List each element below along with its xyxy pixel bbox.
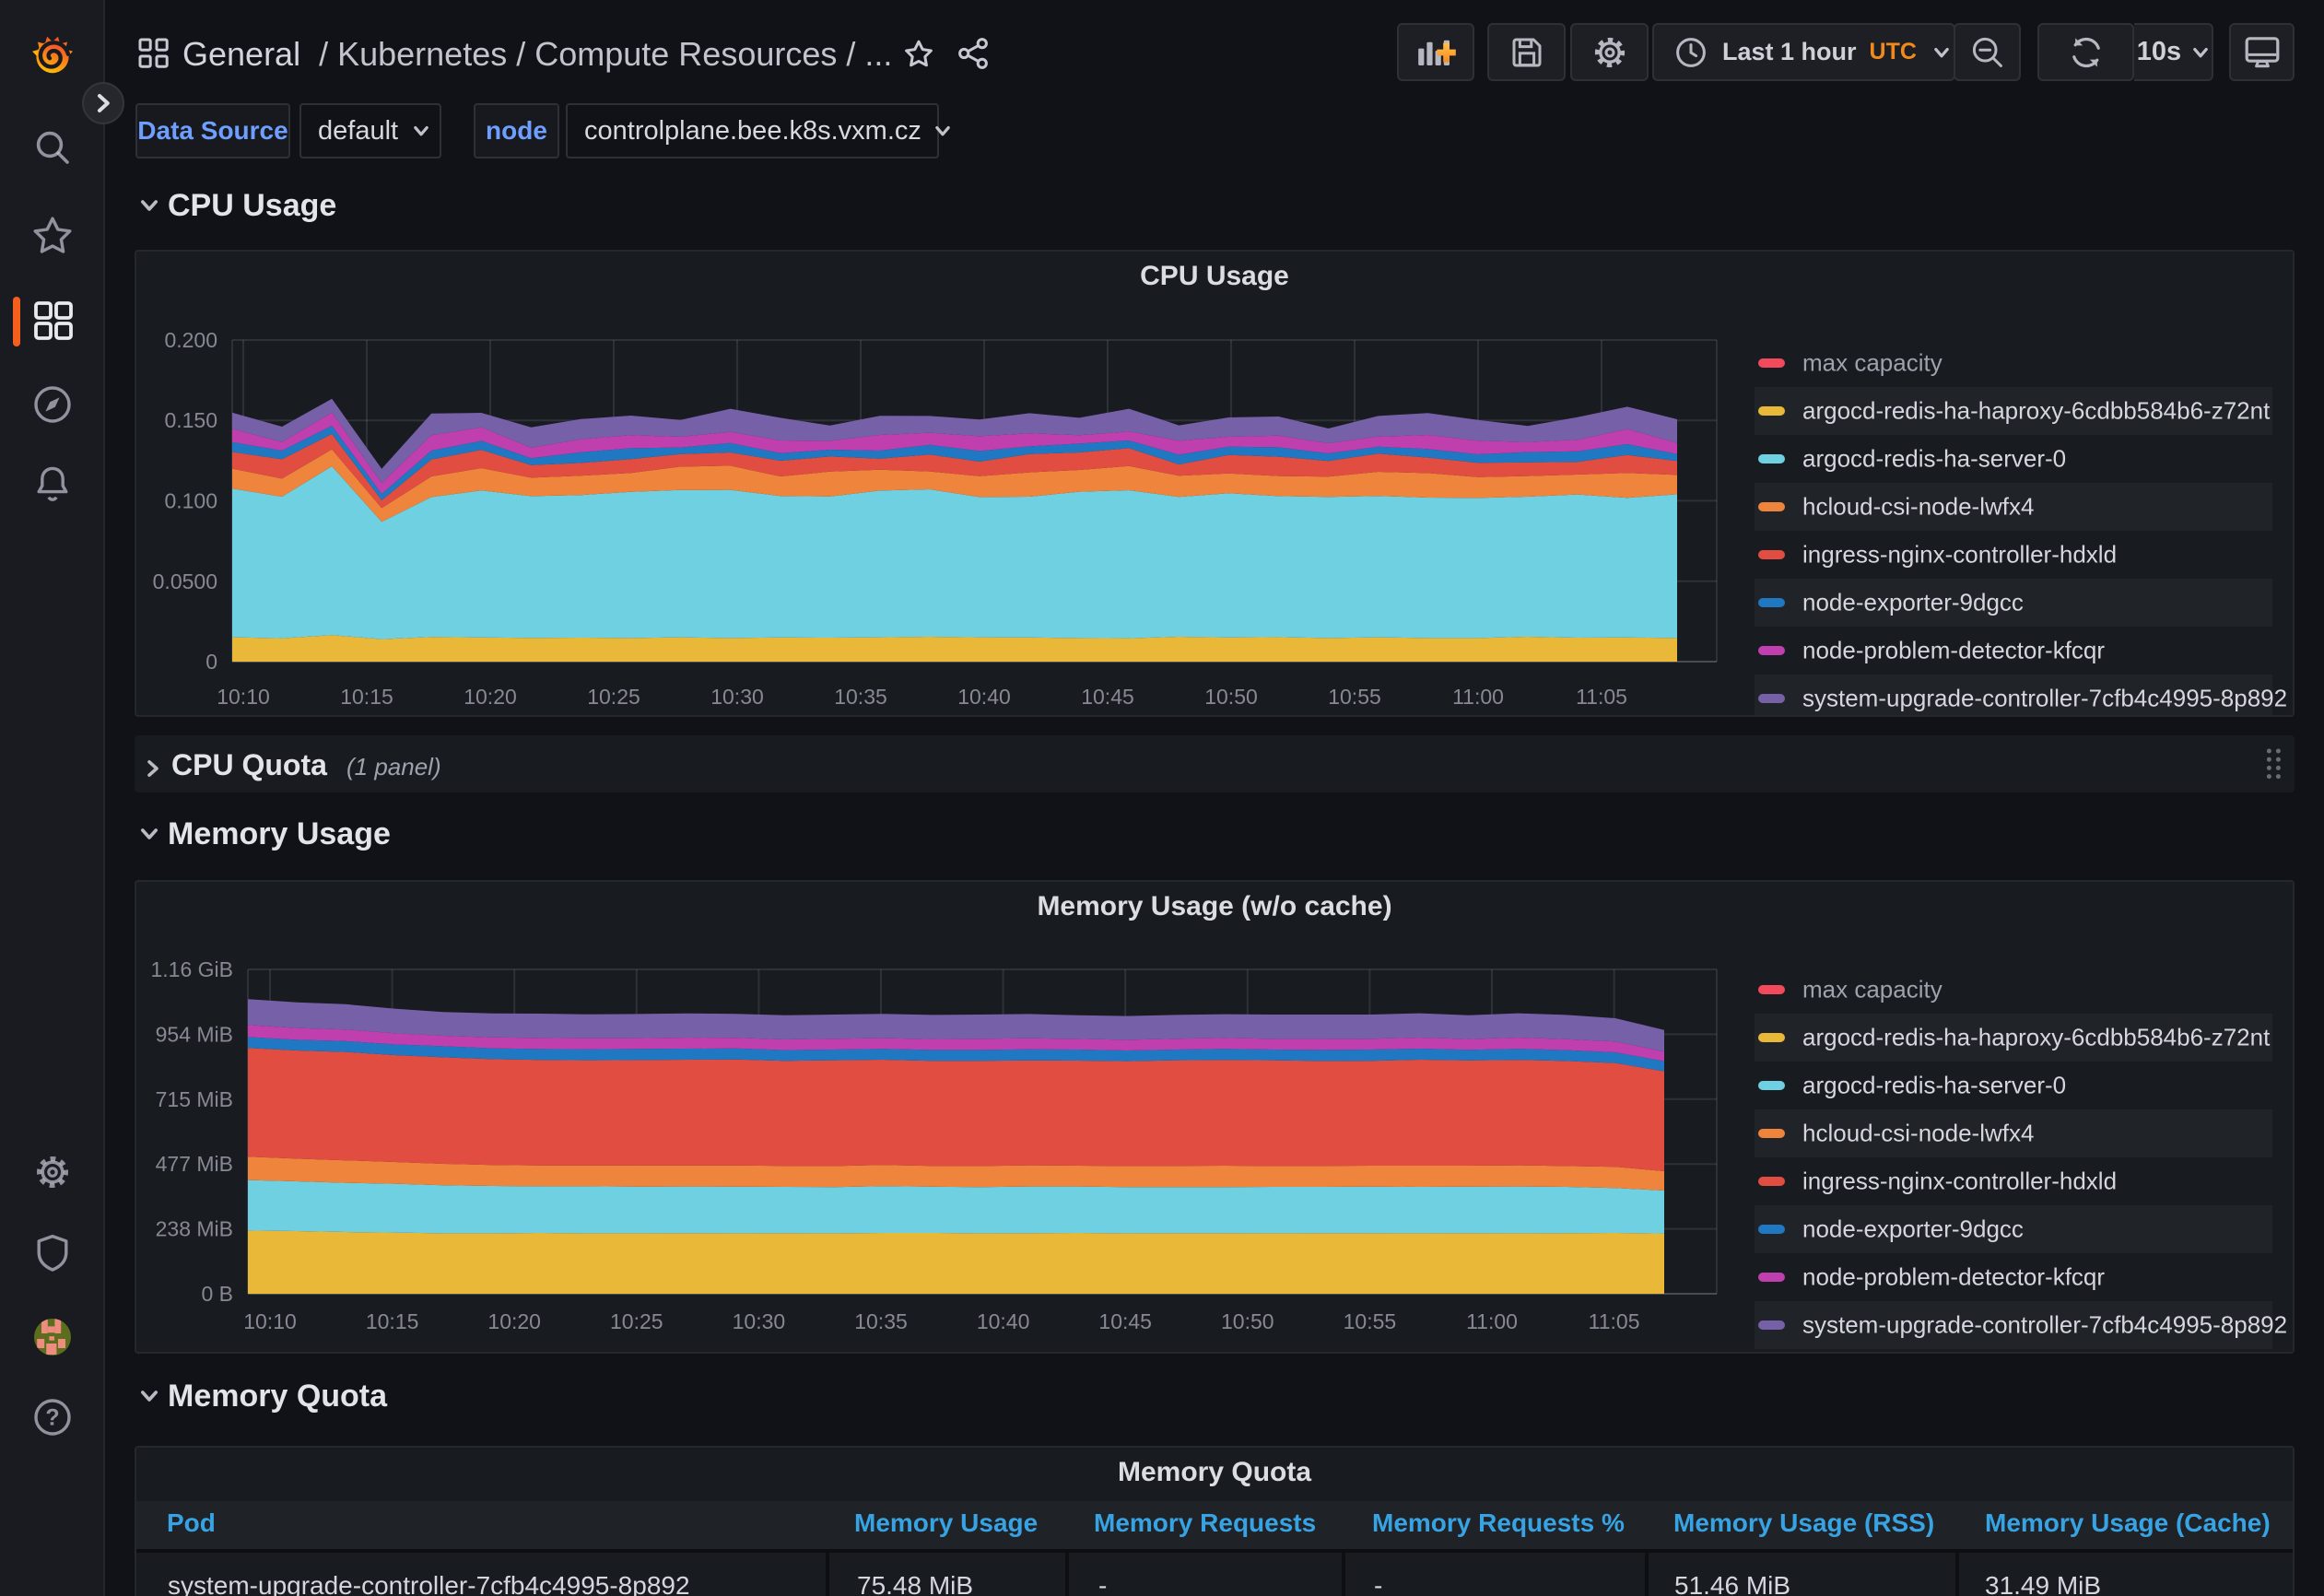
svg-text:11:00: 11:00 (1466, 1309, 1518, 1333)
svg-text:10:35: 10:35 (834, 685, 887, 709)
svg-text:11:00: 11:00 (1452, 685, 1504, 709)
svg-text:10:30: 10:30 (710, 685, 764, 709)
svg-text:1.16 GiB: 1.16 GiB (151, 957, 234, 981)
svg-text:11:05: 11:05 (1589, 1309, 1640, 1333)
svg-text:10:55: 10:55 (1328, 685, 1381, 709)
svg-text:10:45: 10:45 (1098, 1309, 1152, 1333)
svg-text:10:45: 10:45 (1081, 685, 1134, 709)
svg-text:238 MiB: 238 MiB (156, 1217, 233, 1241)
svg-text:10:35: 10:35 (854, 1309, 908, 1333)
svg-text:11:05: 11:05 (1576, 685, 1627, 709)
svg-text:10:30: 10:30 (733, 1309, 786, 1333)
svg-text:954 MiB: 954 MiB (156, 1022, 233, 1046)
svg-text:10:55: 10:55 (1344, 1309, 1397, 1333)
svg-text:477 MiB: 477 MiB (156, 1152, 233, 1176)
svg-text:10:40: 10:40 (957, 685, 1011, 709)
svg-text:10:50: 10:50 (1204, 685, 1258, 709)
svg-text:10:25: 10:25 (587, 685, 640, 709)
svg-text:10:20: 10:20 (464, 685, 517, 709)
svg-text:10:10: 10:10 (243, 1309, 297, 1333)
svg-text:715 MiB: 715 MiB (156, 1087, 233, 1111)
svg-text:0: 0 (205, 650, 217, 674)
svg-text:0 B: 0 B (201, 1282, 233, 1306)
svg-text:10:15: 10:15 (366, 1309, 419, 1333)
svg-text:0.100: 0.100 (164, 488, 217, 512)
svg-text:10:20: 10:20 (487, 1309, 541, 1333)
svg-text:?: ? (45, 1405, 59, 1431)
svg-text:10:15: 10:15 (340, 685, 393, 709)
svg-text:0.150: 0.150 (164, 408, 217, 432)
svg-text:0.200: 0.200 (164, 328, 217, 352)
svg-text:10:10: 10:10 (217, 685, 270, 709)
svg-text:10:25: 10:25 (610, 1309, 663, 1333)
svg-text:0.0500: 0.0500 (153, 569, 217, 593)
svg-text:10:50: 10:50 (1221, 1309, 1274, 1333)
svg-text:10:40: 10:40 (977, 1309, 1030, 1333)
